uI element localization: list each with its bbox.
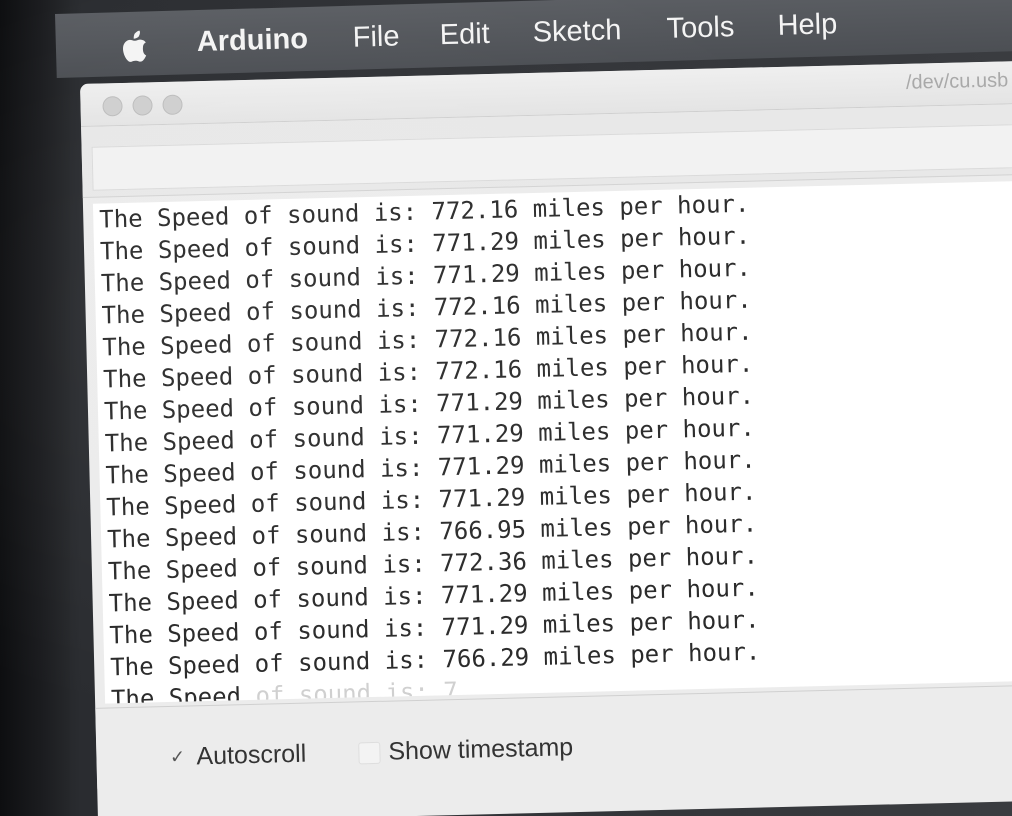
partial-visible-text: The Speed [110,682,242,704]
serial-send-input[interactable] [91,122,1012,191]
menu-sketch[interactable]: Sketch [532,14,622,49]
minimize-window-button[interactable] [132,95,153,116]
close-window-button[interactable] [102,95,123,117]
apple-logo-icon[interactable] [121,29,152,64]
menu-edit[interactable]: Edit [439,18,490,52]
autoscroll-label[interactable]: Autoscroll [196,740,306,772]
screen: Arduino File Edit Sketch Tools Help /dev… [0,0,1012,816]
serial-output[interactable]: The Speed of sound is: 772.16 miles per … [92,179,1012,704]
zoom-window-button[interactable] [162,94,183,115]
serial-monitor-window: /dev/cu.usb The Speed of sound is: 772.1… [80,59,1012,816]
show-timestamp-label[interactable]: Show timestamp [388,733,573,767]
menu-file[interactable]: File [352,20,400,54]
autoscroll-checkbox[interactable]: ✓ [166,747,189,770]
menu-tools[interactable]: Tools [666,11,735,46]
menu-help[interactable]: Help [777,8,838,43]
monitor-bezel [0,0,70,816]
window-title: /dev/cu.usb [905,69,1009,94]
menu-arduino[interactable]: Arduino [196,23,308,59]
show-timestamp-checkbox[interactable] [358,741,381,765]
